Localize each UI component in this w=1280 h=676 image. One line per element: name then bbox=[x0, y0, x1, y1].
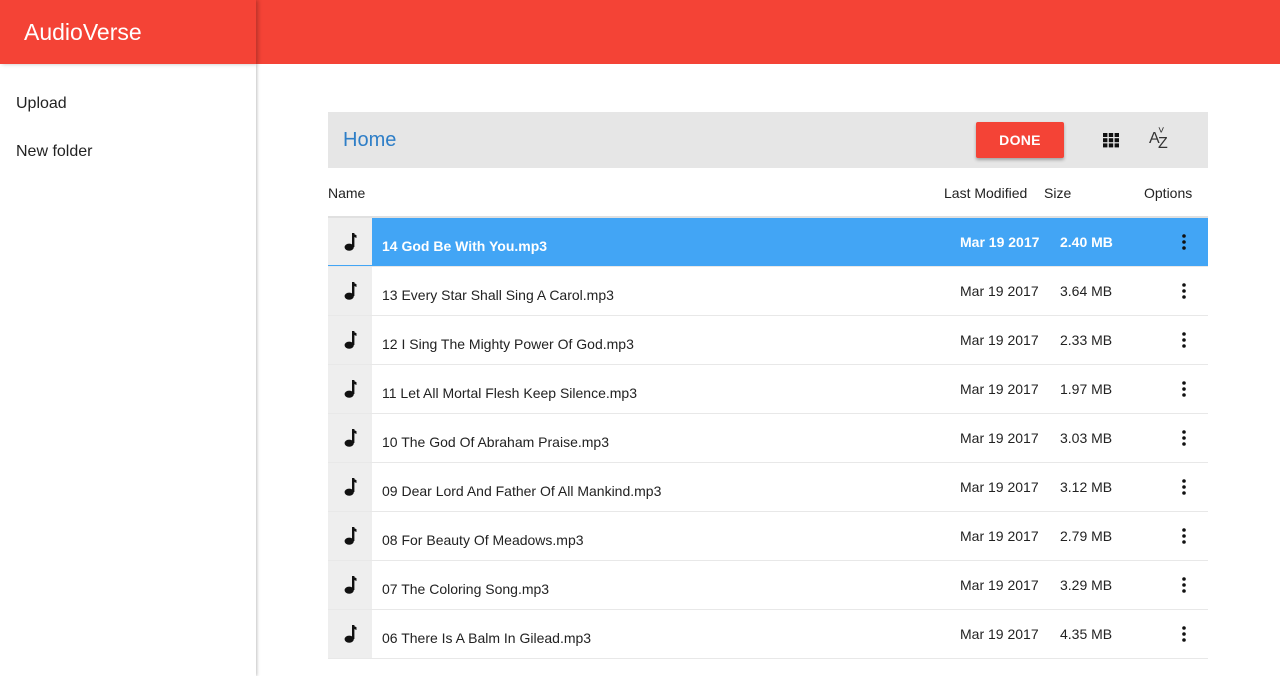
music-note-icon bbox=[328, 414, 372, 462]
sort-letter-z: Z bbox=[1158, 135, 1168, 152]
music-note-icon bbox=[328, 267, 372, 315]
column-last-modified[interactable]: Last Modified bbox=[944, 168, 1027, 218]
music-note-icon bbox=[328, 365, 372, 413]
done-button[interactable]: DONE bbox=[976, 122, 1064, 158]
file-row[interactable]: 07 The Coloring Song.mp3 Mar 19 2017 3.2… bbox=[328, 561, 1208, 610]
file-modified: Mar 19 2017 bbox=[960, 626, 1039, 642]
file-modified: Mar 19 2017 bbox=[960, 332, 1039, 348]
more-vert-icon[interactable] bbox=[1174, 232, 1194, 252]
music-note-icon bbox=[328, 610, 372, 658]
file-name: 14 God Be With You.mp3 bbox=[382, 238, 548, 254]
more-vert-icon[interactable] bbox=[1174, 281, 1194, 301]
sidebar: Upload New folder bbox=[0, 64, 256, 676]
sidebar-item-upload[interactable]: Upload bbox=[0, 80, 256, 128]
file-size: 3.12 MB bbox=[1060, 479, 1113, 495]
toolbar: Home DONE A ˅ Z bbox=[328, 112, 1208, 168]
file-modified: Mar 19 2017 bbox=[960, 577, 1039, 593]
file-row[interactable]: 08 For Beauty Of Meadows.mp3 Mar 19 2017… bbox=[328, 512, 1208, 561]
column-size[interactable]: Size bbox=[1044, 168, 1071, 218]
column-name[interactable]: Name bbox=[328, 168, 365, 218]
more-vert-icon[interactable] bbox=[1174, 526, 1194, 546]
file-size: 2.79 MB bbox=[1060, 528, 1113, 544]
file-row[interactable]: 09 Dear Lord And Father Of All Mankind.m… bbox=[328, 463, 1208, 512]
file-name: 13 Every Star Shall Sing A Carol.mp3 bbox=[382, 287, 614, 303]
file-size: 3.29 MB bbox=[1060, 577, 1113, 593]
file-name: 06 There Is A Balm In Gilead.mp3 bbox=[382, 630, 592, 646]
file-row[interactable]: 14 God Be With You.mp3 Mar 19 2017 2.40 … bbox=[328, 218, 1208, 267]
file-list: 14 God Be With You.mp3 Mar 19 2017 2.40 … bbox=[328, 218, 1208, 659]
file-name: 09 Dear Lord And Father Of All Mankind.m… bbox=[382, 483, 662, 499]
music-note-icon bbox=[328, 316, 372, 364]
file-size: 2.40 MB bbox=[1060, 234, 1113, 250]
file-size: 4.35 MB bbox=[1060, 626, 1113, 642]
music-note-icon bbox=[328, 218, 372, 266]
table-header: Name Last Modified Size Options bbox=[328, 168, 1208, 218]
more-vert-icon[interactable] bbox=[1174, 477, 1194, 497]
music-note-icon bbox=[328, 463, 372, 511]
sidebar-item-new-folder[interactable]: New folder bbox=[0, 128, 256, 176]
column-options: Options bbox=[1144, 185, 1193, 201]
file-modified: Mar 19 2017 bbox=[960, 430, 1039, 446]
file-row[interactable]: 06 There Is A Balm In Gilead.mp3 Mar 19 … bbox=[328, 610, 1208, 659]
more-vert-icon[interactable] bbox=[1174, 624, 1194, 644]
more-vert-icon[interactable] bbox=[1174, 379, 1194, 399]
file-modified: Mar 19 2017 bbox=[960, 283, 1039, 299]
file-modified: Mar 19 2017 bbox=[960, 234, 1040, 250]
file-size: 2.33 MB bbox=[1060, 332, 1113, 348]
file-browser: Home DONE A ˅ Z Name Last Modified Size bbox=[328, 112, 1208, 659]
grid-view-icon[interactable] bbox=[1102, 132, 1120, 148]
more-vert-icon[interactable] bbox=[1174, 330, 1194, 350]
file-row[interactable]: 11 Let All Mortal Flesh Keep Silence.mp3… bbox=[328, 365, 1208, 414]
file-name: 07 The Coloring Song.mp3 bbox=[382, 581, 550, 597]
file-modified: Mar 19 2017 bbox=[960, 479, 1039, 495]
file-row[interactable]: 10 The God Of Abraham Praise.mp3 Mar 19 … bbox=[328, 414, 1208, 463]
file-name: 11 Let All Mortal Flesh Keep Silence.mp3 bbox=[382, 385, 637, 401]
file-size: 1.97 MB bbox=[1060, 381, 1113, 397]
file-name: 10 The God Of Abraham Praise.mp3 bbox=[382, 434, 609, 450]
music-note-icon bbox=[328, 512, 372, 560]
breadcrumb-home[interactable]: Home bbox=[343, 112, 396, 168]
file-row[interactable]: 13 Every Star Shall Sing A Carol.mp3 Mar… bbox=[328, 267, 1208, 316]
music-note-icon bbox=[328, 561, 372, 609]
more-vert-icon[interactable] bbox=[1174, 428, 1194, 448]
app-title: AudioVerse bbox=[0, 0, 256, 64]
more-vert-icon[interactable] bbox=[1174, 575, 1194, 595]
sort-az-icon[interactable]: A ˅ Z bbox=[1146, 125, 1174, 154]
file-row[interactable]: 12 I Sing The Mighty Power Of God.mp3 Ma… bbox=[328, 316, 1208, 365]
file-modified: Mar 19 2017 bbox=[960, 528, 1039, 544]
file-name: 08 For Beauty Of Meadows.mp3 bbox=[382, 532, 584, 548]
file-modified: Mar 19 2017 bbox=[960, 381, 1039, 397]
file-size: 3.03 MB bbox=[1060, 430, 1113, 446]
file-size: 3.64 MB bbox=[1060, 283, 1113, 299]
file-name: 12 I Sing The Mighty Power Of God.mp3 bbox=[382, 336, 634, 352]
